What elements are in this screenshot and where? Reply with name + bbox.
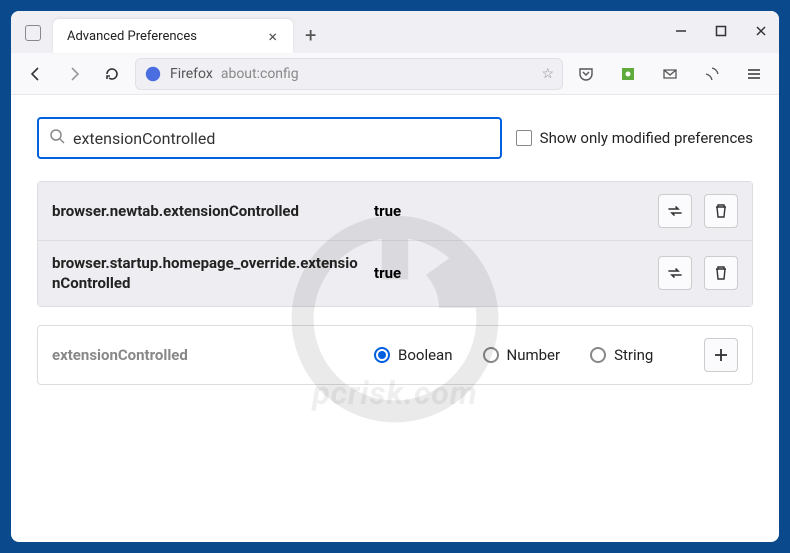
active-tab[interactable]: Advanced Preferences × <box>53 19 293 53</box>
pref-value: true <box>374 264 464 282</box>
pocket-icon[interactable] <box>571 59 601 89</box>
reload-button[interactable] <box>97 59 127 89</box>
browser-window: Advanced Preferences × + Firefox about:c… <box>11 11 779 542</box>
shield-icon[interactable] <box>697 59 727 89</box>
mail-icon[interactable] <box>655 59 685 89</box>
nav-toolbar: Firefox about:config ☆ <box>11 53 779 95</box>
search-icon <box>49 128 65 148</box>
toggle-button[interactable] <box>658 194 692 228</box>
extension-icon[interactable] <box>613 59 643 89</box>
identity-label: Firefox <box>170 66 213 82</box>
add-pref-row: extensionControlled Boolean Number Strin… <box>37 325 753 385</box>
pref-name: browser.newtab.extensionControlled <box>52 201 362 221</box>
table-row[interactable]: browser.newtab.extensionControlled true <box>38 182 752 240</box>
window-controls <box>671 21 771 41</box>
pref-value: true <box>374 202 464 220</box>
tab-strip: Advanced Preferences × + <box>11 11 779 53</box>
search-row: Show only modified preferences <box>37 117 753 159</box>
search-box[interactable] <box>37 117 502 159</box>
radio-icon <box>374 347 390 363</box>
radio-icon <box>590 347 606 363</box>
bookmark-star-icon[interactable]: ☆ <box>541 66 554 82</box>
delete-button[interactable] <box>704 256 738 290</box>
about-config-content: Show only modified preferences browser.n… <box>11 95 779 407</box>
tab-title: Advanced Preferences <box>67 29 262 44</box>
show-modified-label: Show only modified preferences <box>540 129 753 147</box>
url-bar[interactable]: Firefox about:config ☆ <box>135 58 563 90</box>
minimize-button[interactable] <box>671 21 691 41</box>
maximize-button[interactable] <box>711 21 731 41</box>
forward-button[interactable] <box>59 59 89 89</box>
toolbar-icons <box>571 59 769 89</box>
url-text: about:config <box>221 66 534 82</box>
radio-number[interactable]: Number <box>483 346 561 364</box>
firefox-logo-icon <box>144 65 162 83</box>
new-tab-button[interactable]: + <box>293 17 328 53</box>
close-icon[interactable]: × <box>262 25 283 48</box>
delete-button[interactable] <box>704 194 738 228</box>
back-button[interactable] <box>21 59 51 89</box>
table-row[interactable]: browser.startup.homepage_override.extens… <box>38 240 752 306</box>
checkbox-icon[interactable] <box>516 130 532 146</box>
add-button[interactable] <box>704 338 738 372</box>
pref-name: browser.startup.homepage_override.extens… <box>52 253 362 294</box>
radio-icon <box>483 347 499 363</box>
results-table: browser.newtab.extensionControlled true … <box>37 181 753 307</box>
menu-button[interactable] <box>739 59 769 89</box>
close-window-button[interactable] <box>751 21 771 41</box>
toggle-button[interactable] <box>658 256 692 290</box>
radio-string[interactable]: String <box>590 346 653 364</box>
search-input[interactable] <box>73 129 490 148</box>
type-radios: Boolean Number String <box>374 346 692 364</box>
show-modified-checkbox[interactable]: Show only modified preferences <box>516 129 753 147</box>
add-pref-name: extensionControlled <box>52 346 362 364</box>
radio-boolean[interactable]: Boolean <box>374 346 453 364</box>
